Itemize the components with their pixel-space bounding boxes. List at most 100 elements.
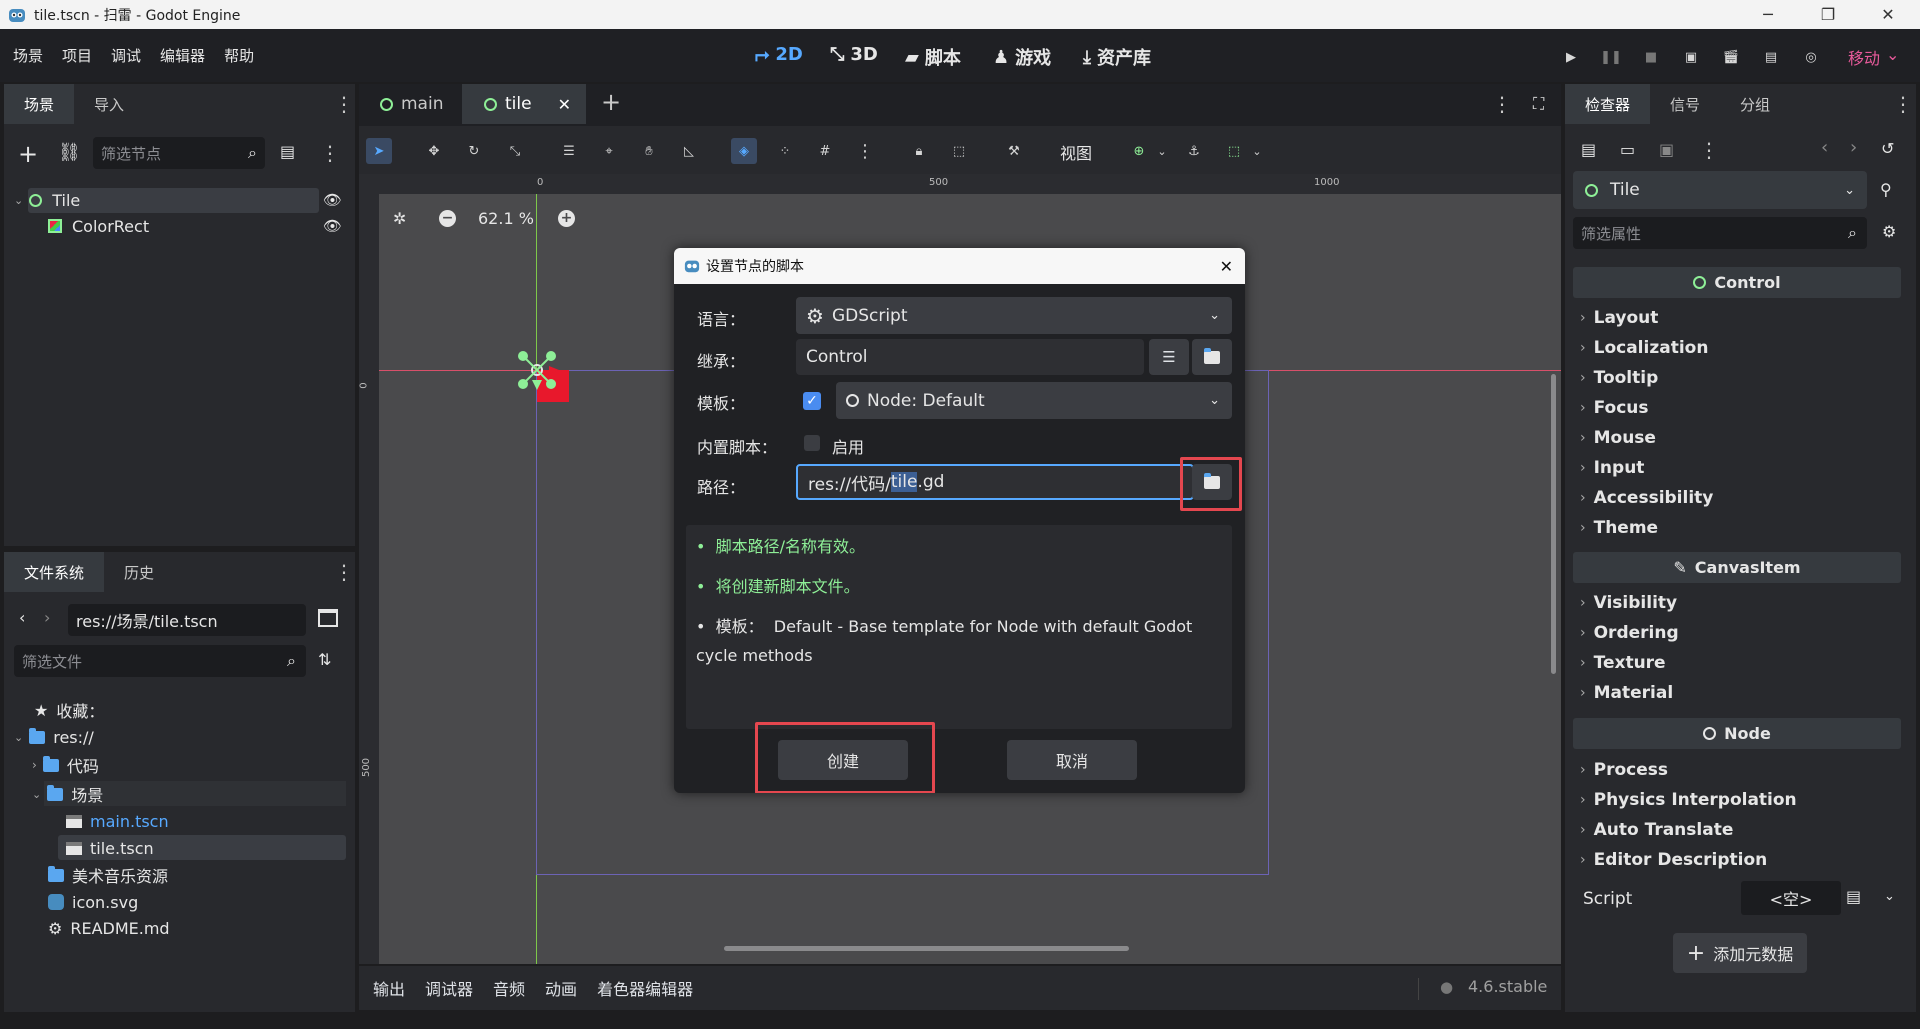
dialog-close-button[interactable]: ✕ (1220, 257, 1233, 276)
group-layout[interactable]: › Layout (1580, 308, 1658, 328)
inherits-browse-button[interactable] (1192, 339, 1232, 375)
group-ordering[interactable]: › Ordering (1580, 623, 1679, 643)
fs-item-scenes[interactable]: ⌄ 场景 (32, 781, 103, 807)
menu-editor[interactable]: 编辑器 (160, 45, 205, 66)
add-metadata-button[interactable]: + 添加元数据 (1673, 933, 1807, 973)
scene-tree-menu-icon[interactable]: ⋮ (320, 143, 340, 163)
menu-scene[interactable]: 场景 (13, 45, 43, 66)
attach-script-button[interactable]: ▤ (280, 142, 295, 161)
inspector-settings-button[interactable]: ⚙ (1882, 222, 1896, 241)
stop-button[interactable]: ■ (1640, 46, 1662, 68)
fs-item-main-tscn[interactable]: main.tscn (66, 808, 169, 834)
section-control[interactable]: Control (1573, 267, 1901, 298)
template-select[interactable]: Node: Default ⌄ (836, 382, 1232, 419)
history-forward-button[interactable]: › (1850, 137, 1857, 158)
group-accessibility[interactable]: › Accessibility (1580, 488, 1713, 508)
play-button[interactable]: ▶ (1560, 46, 1582, 68)
fs-item-tile-tscn[interactable]: tile.tscn (66, 835, 154, 861)
pause-button[interactable]: ❚❚ (1600, 46, 1622, 68)
group-visibility[interactable]: › Visibility (1580, 593, 1677, 613)
play-custom-button[interactable]: ▤ (1760, 46, 1782, 68)
builtin-checkbox[interactable] (804, 435, 820, 451)
rotate-tool-button[interactable]: ↻ (461, 138, 487, 164)
group-process[interactable]: › Process (1580, 760, 1668, 780)
group-button[interactable]: ⬚ (946, 138, 972, 164)
select-tool-button[interactable]: ➤ (366, 138, 392, 164)
fs-item-readme[interactable]: ⚙ README.md (48, 915, 170, 941)
group-tooltip[interactable]: › Tooltip (1580, 368, 1658, 388)
scene-tabs-menu-icon[interactable]: ⋮ (1492, 94, 1512, 114)
scene-tab-tile[interactable]: tile ✕ (462, 84, 586, 124)
snap-menu-icon[interactable]: ⋮ (852, 138, 878, 164)
cancel-button[interactable]: 取消 (1007, 740, 1137, 780)
group-texture[interactable]: › Texture (1580, 653, 1666, 673)
grid-button[interactable]: # (812, 138, 838, 164)
inherits-input[interactable]: Control (796, 339, 1144, 375)
fs-item-art[interactable]: 美术音乐资源 (48, 862, 168, 888)
add-node-button[interactable]: + (18, 140, 38, 168)
smart-snap-button[interactable]: ◈ (731, 138, 757, 164)
grid-snap-button[interactable]: ⁘ (772, 138, 798, 164)
favorites-item[interactable]: ★ 收藏： (34, 697, 104, 723)
section-node[interactable]: Node (1573, 718, 1901, 749)
tab-inspector[interactable]: 检查器 (1565, 84, 1651, 124)
tab-import[interactable]: 导入 (74, 84, 144, 124)
main-tab-2d[interactable]: ⮣ 2D (755, 44, 803, 65)
history-button[interactable]: ↺ (1881, 139, 1894, 158)
bottom-tab-debugger[interactable]: 调试器 (425, 976, 473, 1000)
renderer-select[interactable]: 移动 ⌄ (1848, 45, 1899, 69)
tab-history[interactable]: 历史 (104, 552, 174, 592)
zoom-out-button[interactable]: − (439, 210, 456, 227)
bone-button[interactable]: ⚒ (1001, 138, 1027, 164)
move-tool-button[interactable]: ✥ (421, 138, 447, 164)
lock-button[interactable]: 🔒︎ (906, 138, 932, 164)
script-load-button[interactable]: ▤ (1846, 887, 1861, 906)
new-scene-tab-button[interactable]: + (601, 88, 621, 116)
scene-tab-main[interactable]: main (366, 84, 462, 124)
visibility-toggle-tile[interactable]: 👁︎ (323, 191, 342, 209)
open-resource-button[interactable]: ▭ (1620, 140, 1635, 159)
bottom-tab-animation[interactable]: 动画 (545, 976, 577, 1000)
scale-tool-button[interactable]: ⤡ (502, 138, 528, 164)
play-scene-button[interactable]: 🎬︎ (1720, 46, 1742, 68)
script-property-value[interactable]: <空> (1741, 881, 1841, 915)
menu-help[interactable]: 帮助 (224, 45, 254, 66)
back-button[interactable]: ‹ (19, 608, 25, 627)
tree-node-colorrect[interactable]: ColorRect (48, 213, 149, 239)
remote-debug-button[interactable]: ▣ (1680, 46, 1702, 68)
group-material[interactable]: › Material (1580, 683, 1673, 703)
tab-scene[interactable]: 场景 (4, 84, 75, 124)
filesystem-path-field[interactable]: res://场景/tile.tscn (68, 604, 306, 636)
group-theme[interactable]: › Theme (1580, 518, 1658, 538)
fs-item-code[interactable]: › 代码 (32, 752, 99, 778)
main-tab-game[interactable]: ♟ 游戏 (993, 44, 1051, 70)
fs-item-icon-svg[interactable]: icon.svg (48, 889, 138, 915)
layout-dropdown[interactable]: ⌄ (1244, 138, 1270, 164)
center-view-button[interactable]: ✲ (393, 209, 406, 228)
tab-signals[interactable]: 信号 (1650, 84, 1720, 124)
inspected-object-select[interactable]: Tile ⌄ (1573, 171, 1867, 209)
tree-node-tile[interactable]: ⌄ Tile (14, 187, 80, 213)
bottom-tab-output[interactable]: 输出 (373, 976, 405, 1000)
minimize-button[interactable]: ─ (1745, 0, 1791, 29)
scene-dock-menu-icon[interactable]: ⋮ (334, 94, 354, 114)
main-tab-3d[interactable]: ⤡ 3D (830, 44, 878, 65)
pivot-tool-button[interactable]: ⌖ (596, 138, 622, 164)
node-docs-button[interactable]: ⚲ (1880, 180, 1892, 199)
bottom-tab-shader[interactable]: 着色器编辑器 (597, 976, 693, 1000)
list-select-button[interactable]: ☰ (556, 138, 582, 164)
section-canvasitem[interactable]: ✎ CanvasItem (1573, 552, 1901, 583)
bottom-tab-audio[interactable]: 音频 (493, 976, 525, 1000)
group-input[interactable]: › Input (1580, 458, 1644, 478)
scene-filter-input[interactable]: 筛选节点 ⌕ (93, 137, 265, 169)
fs-item-res[interactable]: ⌄ res:// (14, 724, 94, 750)
main-tab-script[interactable]: ▰ 脚本 (905, 44, 961, 70)
file-filter-input[interactable]: 筛选文件 ⌕ (14, 645, 306, 677)
menu-project[interactable]: 项目 (62, 45, 92, 66)
menu-debug[interactable]: 调试 (111, 45, 141, 66)
group-focus[interactable]: › Focus (1580, 398, 1649, 418)
language-select[interactable]: ⚙ GDScript ⌄ (796, 297, 1232, 334)
property-filter-input[interactable]: 筛选属性 ⌕ (1573, 217, 1867, 249)
save-resource-button[interactable]: ▣ (1659, 140, 1674, 159)
path-input[interactable]: res://代码/tile .gd (796, 464, 1194, 500)
